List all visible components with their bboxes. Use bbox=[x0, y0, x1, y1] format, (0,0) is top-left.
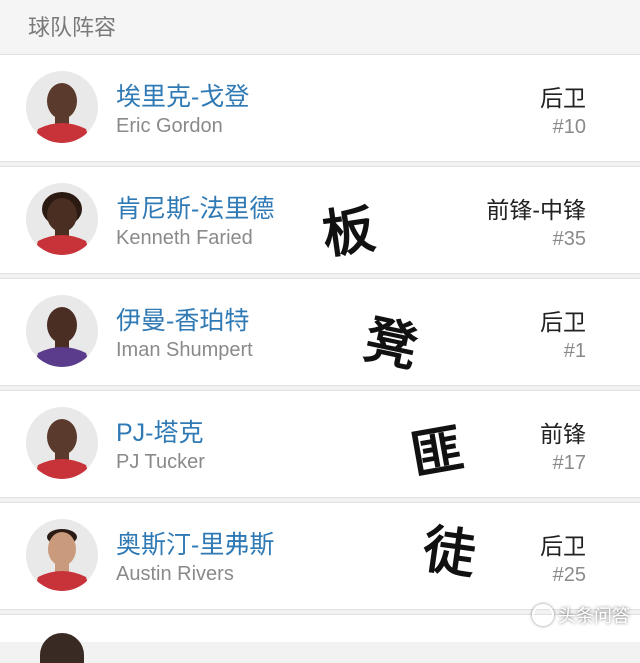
overlay-char: 板 bbox=[318, 199, 379, 267]
section-title: 球队阵容 bbox=[28, 15, 117, 40]
roster-list: 埃里克-戈登 Eric Gordon 后卫 #10 肯尼斯-法里德 Kennet… bbox=[0, 54, 640, 614]
player-chinese-name: 埃里克-戈登 bbox=[116, 83, 250, 111]
player-avatar bbox=[26, 183, 98, 255]
player-english-name: Austin Rivers bbox=[116, 563, 234, 585]
watermark-text: 头条问答 bbox=[558, 606, 630, 626]
player-number: #10 bbox=[552, 116, 586, 138]
player-number: #1 bbox=[563, 340, 586, 362]
player-english-name: Eric Gordon bbox=[116, 115, 223, 137]
player-avatar bbox=[26, 519, 98, 591]
player-row[interactable]: PJ-塔克 PJ Tucker 前锋 #17 bbox=[0, 390, 640, 498]
watermark: 头条问答 bbox=[532, 602, 630, 628]
player-position: 前锋-中锋 bbox=[486, 197, 586, 223]
player-row[interactable]: 奥斯汀-里弗斯 Austin Rivers 后卫 #25 bbox=[0, 502, 640, 610]
overlay-char: 徒 bbox=[419, 519, 480, 587]
player-position: 前锋 bbox=[540, 421, 586, 447]
player-chinese-name: 奥斯汀-里弗斯 bbox=[116, 531, 275, 559]
player-row[interactable]: 埃里克-戈登 Eric Gordon 后卫 #10 bbox=[0, 54, 640, 162]
player-number: #17 bbox=[552, 452, 586, 474]
watermark-logo-icon bbox=[532, 604, 554, 626]
player-english-name: Iman Shumpert bbox=[116, 339, 253, 361]
player-position: 后卫 bbox=[540, 533, 586, 559]
player-english-name: Kenneth Faried bbox=[116, 227, 253, 249]
player-position: 后卫 bbox=[540, 85, 586, 111]
section-header: 球队阵容 bbox=[0, 0, 640, 52]
player-avatar bbox=[40, 633, 84, 663]
player-number: #35 bbox=[552, 228, 586, 250]
player-chinese-name: PJ-塔克 bbox=[116, 419, 204, 447]
player-chinese-name: 伊曼-香珀特 bbox=[116, 307, 250, 335]
player-avatar bbox=[26, 295, 98, 367]
player-avatar bbox=[26, 71, 98, 143]
player-english-name: PJ Tucker bbox=[116, 451, 205, 473]
player-chinese-name: 肯尼斯-法里德 bbox=[116, 195, 275, 223]
player-row[interactable]: 伊曼-香珀特 Iman Shumpert 后卫 #1 bbox=[0, 278, 640, 386]
player-avatar bbox=[26, 407, 98, 479]
player-number: #25 bbox=[552, 564, 586, 586]
player-position: 后卫 bbox=[540, 309, 586, 335]
